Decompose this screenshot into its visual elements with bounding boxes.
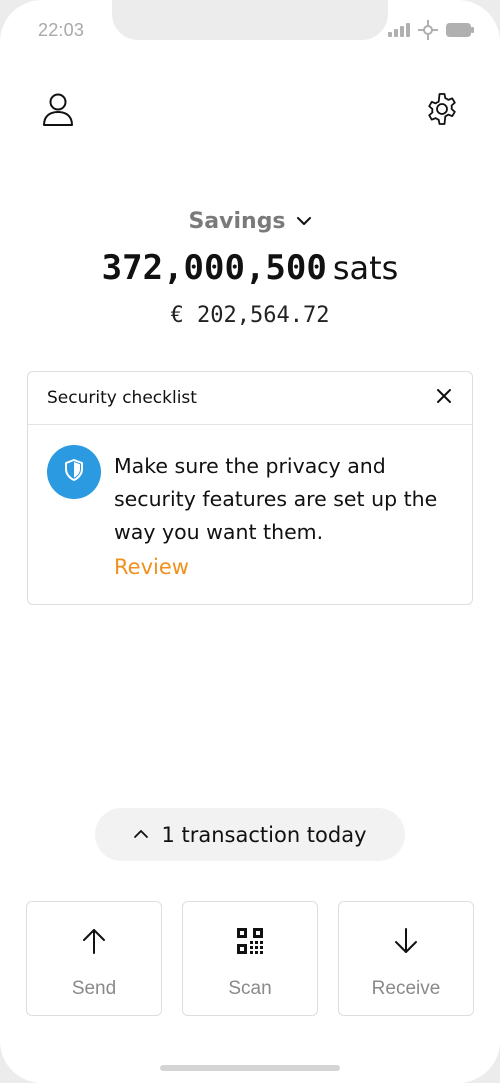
battery-icon xyxy=(446,23,474,37)
scan-label: Scan xyxy=(228,978,272,999)
send-button[interactable]: Send xyxy=(26,901,162,1016)
app-screen: 22:03 Savings 372,000,500 sats € 202,564… xyxy=(0,0,500,1083)
qr-code-icon xyxy=(237,926,263,956)
home-indicator xyxy=(160,1065,340,1071)
chevron-down-icon xyxy=(296,213,312,231)
status-time: 22:03 xyxy=(38,20,85,40)
scan-button[interactable]: Scan xyxy=(182,901,318,1016)
receive-button[interactable]: Receive xyxy=(338,901,474,1016)
review-link[interactable]: Review xyxy=(114,555,189,579)
close-icon xyxy=(436,388,452,409)
device-notch xyxy=(112,0,388,40)
card-body: Make sure the privacy and security featu… xyxy=(28,425,472,579)
receive-label: Receive xyxy=(371,978,441,999)
profile-button[interactable] xyxy=(38,91,78,131)
network-icon xyxy=(418,20,438,40)
card-message: Make sure the privacy and security featu… xyxy=(114,454,438,544)
balance-unit: sats xyxy=(332,249,399,287)
arrow-up-icon xyxy=(82,926,106,956)
settings-button[interactable] xyxy=(422,91,462,131)
user-icon xyxy=(42,92,74,131)
signal-icon xyxy=(388,23,410,37)
send-label: Send xyxy=(71,978,117,999)
shield-badge xyxy=(47,445,101,499)
status-icons xyxy=(388,20,474,40)
arrow-down-icon xyxy=(394,926,418,956)
card-title: Security checklist xyxy=(47,388,197,408)
shield-icon xyxy=(65,458,83,486)
fiat-balance: € 202,564.72 xyxy=(170,303,330,328)
balance: 372,000,500 sats xyxy=(0,248,500,288)
security-checklist-card: Security checklist Make sure the privacy… xyxy=(27,371,473,605)
wallet-name: Savings xyxy=(188,209,286,234)
balance-amount: 372,000,500 xyxy=(101,248,327,288)
chevron-up-icon xyxy=(133,826,149,844)
transactions-label: 1 transaction today xyxy=(161,822,367,847)
close-button[interactable] xyxy=(432,386,456,410)
gear-icon xyxy=(425,92,459,131)
card-header: Security checklist xyxy=(28,372,472,425)
transactions-toggle[interactable]: 1 transaction today xyxy=(95,808,405,861)
wallet-selector[interactable]: Savings xyxy=(0,209,500,234)
